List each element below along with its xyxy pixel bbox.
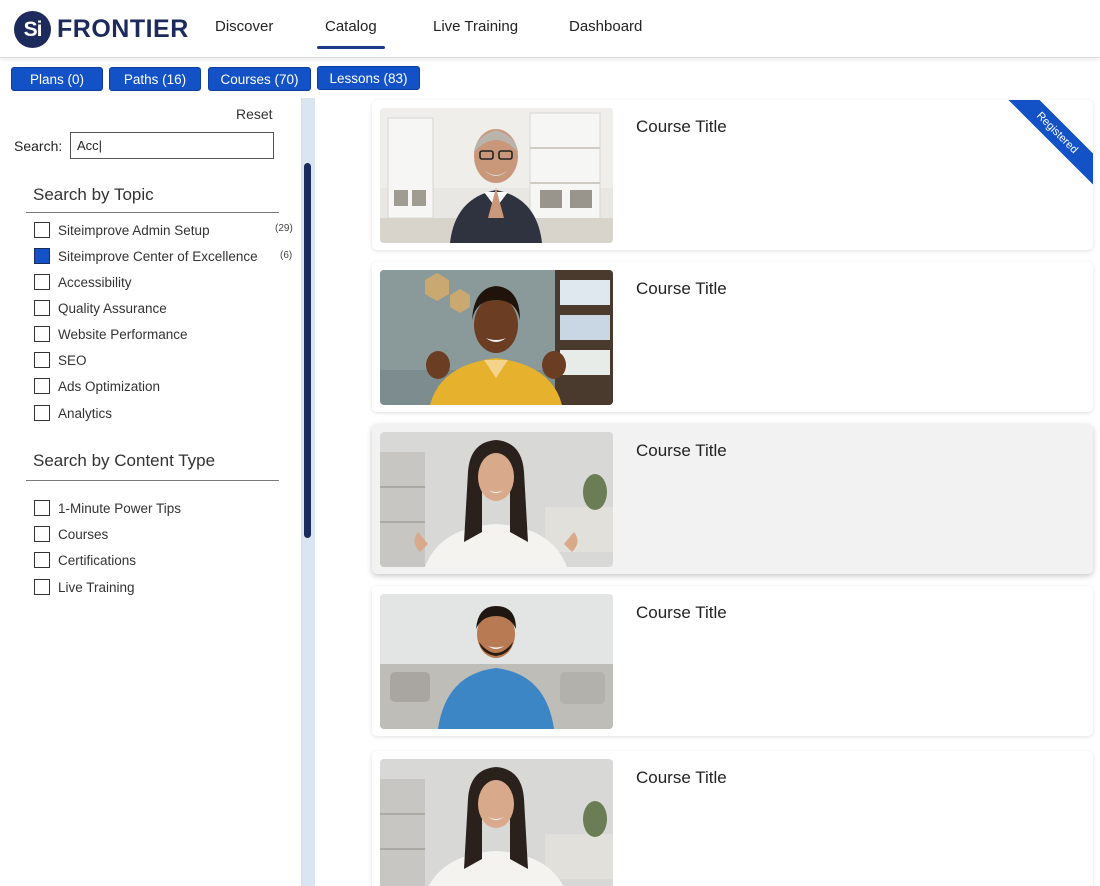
checkbox[interactable] bbox=[34, 552, 50, 568]
topic-label: SEO bbox=[58, 352, 87, 368]
tab-plans[interactable]: Plans (0) bbox=[11, 67, 103, 91]
topic-filter-item[interactable]: Website Performance bbox=[34, 326, 188, 342]
content-type-filter-item[interactable]: Live Training bbox=[34, 579, 135, 595]
course-card[interactable]: Course Title Registered bbox=[372, 100, 1093, 250]
logo-wordmark: FRONTIER bbox=[57, 15, 189, 43]
topic-filter-item[interactable]: SEO bbox=[34, 352, 87, 368]
course-thumbnail bbox=[380, 270, 613, 405]
course-title[interactable]: Course Title bbox=[636, 441, 727, 461]
checkbox[interactable] bbox=[34, 326, 50, 342]
content-type-divider bbox=[26, 480, 279, 481]
checkbox[interactable] bbox=[34, 579, 50, 595]
course-thumbnail bbox=[380, 759, 613, 886]
nav-live-training[interactable]: Live Training bbox=[433, 18, 518, 35]
topic-label: Analytics bbox=[58, 405, 113, 421]
topic-filter-item[interactable]: Accessibility bbox=[34, 274, 132, 290]
nav-dashboard[interactable]: Dashboard bbox=[569, 18, 642, 35]
nav-discover[interactable]: Discover bbox=[215, 18, 273, 35]
topic-filter-item[interactable]: Siteimprove Admin Setup bbox=[34, 222, 210, 238]
top-navigation-bar: Si FRONTIER Discover Catalog Live Traini… bbox=[0, 0, 1100, 58]
topic-label: Siteimprove Admin Setup bbox=[58, 222, 210, 238]
tab-paths[interactable]: Paths (16) bbox=[109, 67, 201, 91]
topic-filter-item[interactable]: Analytics bbox=[34, 405, 112, 421]
filter-panel: Reset Search: Search by Topic Siteimprov… bbox=[0, 98, 302, 886]
topic-label: Siteimprove Center of Excellence bbox=[58, 248, 258, 264]
course-thumbnail bbox=[380, 432, 613, 567]
topic-filter-item[interactable]: Quality Assurance bbox=[34, 300, 167, 316]
topic-label: Quality Assurance bbox=[58, 300, 167, 316]
topic-divider bbox=[26, 212, 279, 213]
tab-courses[interactable]: Courses (70) bbox=[208, 67, 311, 91]
checkbox[interactable] bbox=[34, 526, 50, 542]
topic-filter-item[interactable]: Ads Optimization bbox=[34, 378, 160, 394]
checkbox[interactable] bbox=[34, 405, 50, 421]
sidebar-scrollbar-thumb[interactable] bbox=[304, 163, 311, 538]
logo-mark: Si bbox=[14, 11, 51, 48]
filter-sidebar: Reset Search: Search by Topic Siteimprov… bbox=[0, 98, 315, 886]
nav-catalog[interactable]: Catalog bbox=[317, 18, 385, 49]
topic-label: Website Performance bbox=[58, 326, 188, 342]
course-card[interactable]: Course Title bbox=[372, 586, 1093, 736]
content-type-label: Live Training bbox=[58, 579, 135, 595]
topic-count: (6) bbox=[280, 250, 293, 261]
checkbox[interactable] bbox=[34, 300, 50, 316]
content-type-filter-item[interactable]: Certifications bbox=[34, 552, 136, 568]
course-thumbnail bbox=[380, 594, 613, 729]
course-thumbnail bbox=[380, 108, 613, 243]
checkbox[interactable] bbox=[34, 352, 50, 368]
course-title[interactable]: Course Title bbox=[636, 279, 727, 299]
content-type-label: 1-Minute Power Tips bbox=[58, 500, 182, 516]
content-type-label: Certifications bbox=[58, 552, 137, 568]
course-title[interactable]: Course Title bbox=[636, 768, 727, 788]
checkbox[interactable] bbox=[34, 222, 50, 238]
content-type-label: Courses bbox=[58, 526, 109, 542]
checkbox-checked[interactable] bbox=[34, 248, 50, 264]
tab-lessons[interactable]: Lessons (83) bbox=[317, 66, 420, 90]
checkbox[interactable] bbox=[34, 378, 50, 394]
topic-section-title: Search by Topic bbox=[33, 185, 154, 204]
topic-label: Accessibility bbox=[58, 274, 132, 290]
course-title[interactable]: Course Title bbox=[636, 603, 727, 623]
course-title[interactable]: Course Title bbox=[636, 117, 727, 137]
checkbox[interactable] bbox=[34, 274, 50, 290]
course-card[interactable]: Course Title bbox=[372, 424, 1093, 574]
topic-count: (29) bbox=[275, 223, 293, 234]
course-card[interactable]: Course Title bbox=[372, 751, 1093, 886]
content-type-section-title: Search by Content Type bbox=[33, 451, 216, 470]
reset-button[interactable]: Reset bbox=[236, 106, 273, 122]
course-card[interactable]: Course Title bbox=[372, 262, 1093, 412]
frontier-logo[interactable]: Si FRONTIER bbox=[14, 11, 189, 48]
search-label: Search: bbox=[14, 138, 63, 154]
checkbox[interactable] bbox=[34, 500, 50, 516]
topic-label: Ads Optimization bbox=[58, 378, 161, 394]
registered-badge: Registered bbox=[1003, 100, 1093, 190]
topic-filter-item[interactable]: Siteimprove Center of Excellence bbox=[34, 248, 258, 264]
registered-ribbon: Registered bbox=[1003, 100, 1093, 190]
content-type-filter-item[interactable]: 1-Minute Power Tips bbox=[34, 500, 181, 516]
search-input[interactable] bbox=[70, 132, 274, 159]
content-type-filter-item[interactable]: Courses bbox=[34, 526, 108, 542]
